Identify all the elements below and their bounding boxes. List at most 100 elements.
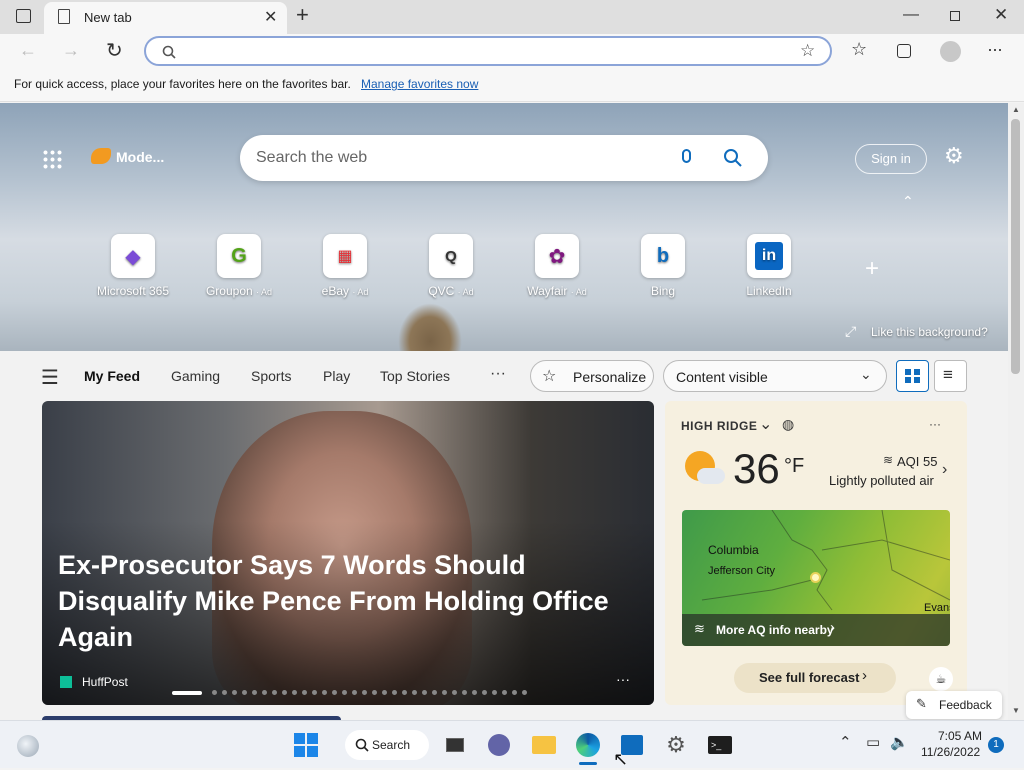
mode-label[interactable]: Mode... — [116, 149, 164, 165]
featured-article[interactable]: Ex-Prosecutor Says 7 Words Should Disqua… — [42, 401, 654, 705]
carousel-dot[interactable] — [261, 690, 267, 696]
page-scrollbar[interactable]: ▲ ▼ — [1008, 103, 1024, 720]
globe-icon[interactable]: ◍ — [782, 416, 794, 433]
carousel-dot[interactable] — [431, 690, 437, 696]
carousel-dot[interactable] — [401, 690, 407, 696]
collections-icon[interactable] — [897, 44, 911, 58]
expand-icon[interactable]: ⤢ — [845, 323, 856, 340]
search-icon[interactable] — [723, 148, 743, 168]
tab-my-feed[interactable]: My Feed — [84, 368, 140, 384]
see-forecast-button[interactable]: See full forecast › — [734, 663, 896, 693]
quick-link-qvc[interactable]: Q QVC · Ad — [406, 234, 496, 298]
teams-chat-icon[interactable] — [485, 731, 513, 759]
carousel-dot[interactable] — [231, 690, 237, 696]
manage-favorites-link[interactable]: Manage favorites now — [361, 77, 478, 91]
aqi-chevron-icon[interactable]: › — [942, 461, 947, 479]
refresh-icon[interactable]: ↻ — [106, 38, 123, 63]
tab-sports[interactable]: Sports — [251, 368, 291, 384]
notification-badge[interactable]: 1 — [988, 737, 1004, 753]
sign-in-button[interactable]: Sign in — [855, 144, 927, 174]
settings-icon[interactable]: ⚙ — [662, 731, 690, 759]
tab-top-stories[interactable]: Top Stories — [380, 368, 450, 384]
carousel-dot[interactable] — [511, 690, 517, 696]
network-icon[interactable]: ▭ — [866, 733, 880, 751]
article-more-icon[interactable]: ··· — [616, 671, 630, 687]
quick-link-wayfair[interactable]: ✿ Wayfair · Ad — [512, 234, 602, 298]
carousel-dot[interactable] — [371, 690, 377, 696]
web-search-input[interactable]: Search the web — [256, 149, 367, 167]
grid-view-button[interactable] — [896, 360, 929, 392]
carousel-dot[interactable] — [391, 690, 397, 696]
restore-icon[interactable] — [950, 11, 960, 21]
profile-avatar[interactable] — [940, 41, 961, 62]
edge-browser-icon[interactable] — [574, 731, 602, 759]
carousel-dot[interactable] — [291, 690, 297, 696]
carousel-dot[interactable] — [221, 690, 227, 696]
web-search-box[interactable]: Search the web — [240, 135, 768, 181]
carousel-dot[interactable] — [311, 690, 317, 696]
more-tabs-icon[interactable]: ··· — [490, 365, 506, 383]
carousel-dot[interactable] — [331, 690, 337, 696]
carousel-dot[interactable] — [211, 690, 217, 696]
carousel-dots[interactable] — [172, 689, 532, 699]
carousel-dot[interactable] — [491, 690, 497, 696]
microphone-icon[interactable] — [682, 149, 691, 163]
terminal-icon[interactable]: >_ — [706, 731, 734, 759]
apps-launcher-icon[interactable] — [42, 149, 62, 169]
carousel-dot[interactable] — [461, 690, 467, 696]
carousel-dot[interactable] — [251, 690, 257, 696]
carousel-dot[interactable] — [421, 690, 427, 696]
carousel-dot[interactable] — [411, 690, 417, 696]
start-windows-icon[interactable] — [292, 731, 320, 759]
address-bar[interactable]: ☆ — [144, 36, 832, 66]
forward-icon[interactable]: → — [62, 40, 80, 61]
widgets-icon[interactable] — [17, 735, 39, 757]
quick-link-groupon[interactable]: G Groupon · Ad — [194, 234, 284, 298]
carousel-dot[interactable] — [341, 690, 347, 696]
show-hidden-icons-chevron[interactable]: ⌃ — [839, 733, 852, 751]
settings-gear-icon[interactable]: ⚙ — [944, 143, 964, 169]
task-view-icon[interactable] — [441, 731, 469, 759]
tab-new-tab[interactable]: New tab ✕ — [44, 2, 287, 34]
aq-info-bar[interactable]: ≋ More AQ info nearby › — [682, 614, 950, 646]
close-tab-icon[interactable]: ✕ — [264, 7, 277, 27]
volume-icon[interactable]: 🔈 — [890, 733, 909, 751]
tab-play[interactable]: Play — [323, 368, 350, 384]
file-explorer-icon[interactable] — [530, 731, 558, 759]
scroll-up-icon[interactable]: ▲ — [1012, 105, 1020, 114]
list-view-button[interactable]: ≡ — [934, 360, 967, 392]
carousel-dot[interactable] — [501, 690, 507, 696]
tab-actions-icon[interactable] — [16, 9, 31, 23]
like-background-link[interactable]: Like this background? — [871, 325, 988, 339]
scroll-down-icon[interactable]: ▼ — [1012, 706, 1020, 715]
quick-link-bing[interactable]: b Bing — [618, 234, 708, 298]
carousel-dot[interactable] — [471, 690, 477, 696]
feedback-button[interactable]: ✎ Feedback — [906, 691, 1002, 719]
carousel-dot[interactable] — [521, 690, 527, 696]
carousel-dot[interactable] — [301, 690, 307, 696]
carousel-dot[interactable] — [351, 690, 357, 696]
carousel-dot[interactable] — [281, 690, 287, 696]
feed-menu-icon[interactable]: ☰ — [41, 365, 59, 390]
clock-time[interactable]: 7:05 AM — [938, 729, 982, 743]
favorites-icon[interactable]: ☆ — [851, 39, 867, 60]
quick-link-microsoft-365[interactable]: ◆ Microsoft 365 — [88, 234, 178, 298]
more-menu-icon[interactable]: ··· — [987, 39, 1003, 60]
carousel-dot[interactable] — [321, 690, 327, 696]
carousel-dot[interactable] — [441, 690, 447, 696]
taskbar-search[interactable]: Search — [345, 730, 429, 760]
collapse-chevron-icon[interactable]: ⌃ — [902, 193, 914, 210]
air-quality-map[interactable]: Columbia Jefferson City Evans ≋ More AQ … — [682, 510, 950, 646]
tab-gaming[interactable]: Gaming — [171, 368, 220, 384]
content-visibility-dropdown[interactable]: Content visible ⌄ — [663, 360, 887, 392]
weather-more-icon[interactable]: ··· — [929, 417, 941, 431]
quick-link-ebay[interactable]: ▦ eBay · Ad — [300, 234, 390, 298]
clock-date[interactable]: 11/26/2022 — [921, 745, 980, 759]
carousel-dot[interactable] — [481, 690, 487, 696]
carousel-dot[interactable] — [241, 690, 247, 696]
location-chevron-icon[interactable]: ⌄ — [759, 414, 772, 434]
carousel-dot[interactable] — [451, 690, 457, 696]
carousel-dot[interactable] — [361, 690, 367, 696]
back-icon[interactable]: ← — [19, 40, 37, 61]
personalize-button[interactable]: ☆ Personalize — [530, 360, 654, 392]
